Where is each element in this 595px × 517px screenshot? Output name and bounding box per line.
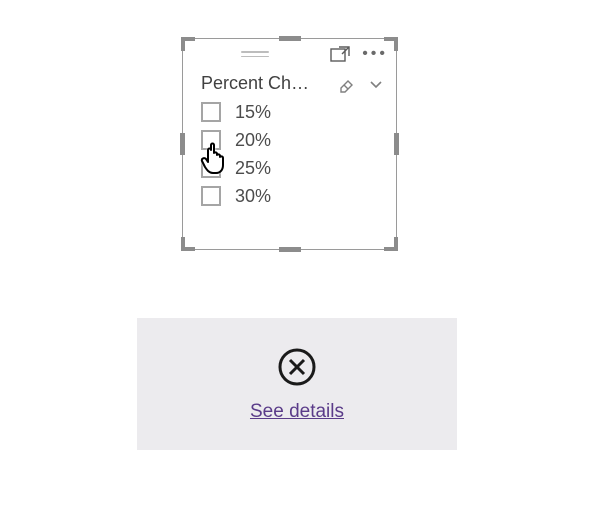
visual-toolbar: ••• xyxy=(183,39,396,67)
resize-handle-right[interactable] xyxy=(394,133,399,155)
slicer-item-list: 15% 20% 25% 30% xyxy=(183,96,396,210)
resize-handle-br[interactable] xyxy=(384,237,398,251)
more-options-icon[interactable]: ••• xyxy=(362,50,388,58)
checkbox-icon[interactable] xyxy=(201,130,221,150)
slicer-item-2[interactable]: 25% xyxy=(201,154,396,182)
drag-handle-icon[interactable] xyxy=(241,47,269,61)
focus-mode-icon[interactable] xyxy=(330,46,350,62)
resize-handle-top[interactable] xyxy=(279,36,301,41)
checkbox-icon[interactable] xyxy=(201,158,221,178)
slicer-item-label: 30% xyxy=(235,186,271,207)
slicer-title: Percent Ch… xyxy=(201,73,338,94)
slicer-visual[interactable]: ••• Percent Ch… 15% 20% xyxy=(182,38,397,250)
error-x-icon xyxy=(276,346,318,393)
slicer-header: Percent Ch… xyxy=(183,67,396,96)
slicer-item-3[interactable]: 30% xyxy=(201,182,396,210)
slicer-item-1[interactable]: 20% xyxy=(201,126,396,154)
slicer-item-label: 25% xyxy=(235,158,271,179)
see-details-link[interactable]: See details xyxy=(250,401,344,423)
clear-selections-icon[interactable] xyxy=(338,75,356,93)
error-card: See details xyxy=(137,318,457,450)
resize-handle-bl[interactable] xyxy=(181,237,195,251)
resize-handle-bottom[interactable] xyxy=(279,247,301,252)
resize-handle-tl[interactable] xyxy=(181,37,195,51)
resize-handle-left[interactable] xyxy=(180,133,185,155)
chevron-down-icon[interactable] xyxy=(368,76,384,92)
resize-handle-tr[interactable] xyxy=(384,37,398,51)
slicer-item-label: 15% xyxy=(235,102,271,123)
slicer-item-label: 20% xyxy=(235,130,271,151)
checkbox-icon[interactable] xyxy=(201,186,221,206)
checkbox-icon[interactable] xyxy=(201,102,221,122)
slicer-item-0[interactable]: 15% xyxy=(201,98,396,126)
